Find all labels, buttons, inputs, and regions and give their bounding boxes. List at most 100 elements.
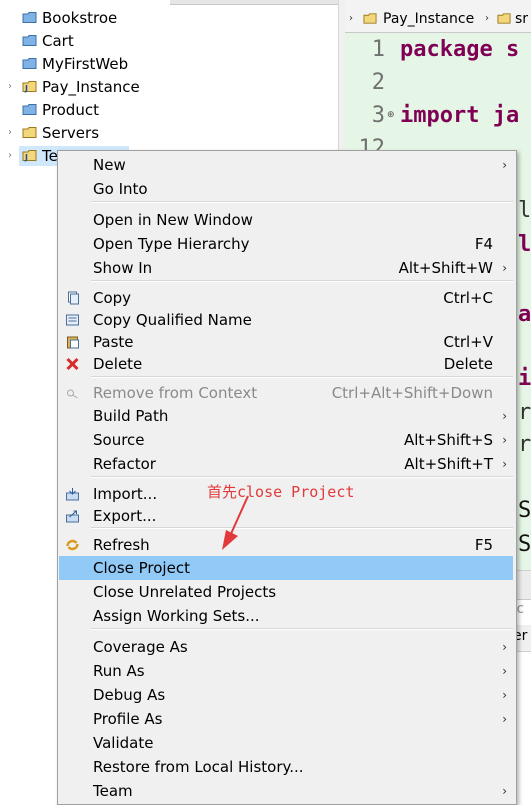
- menu-item-validate[interactable]: Validate: [59, 731, 513, 755]
- menu-item-coverage-as[interactable]: Coverage As ›: [59, 635, 513, 659]
- tab-label: Pay_Instance: [383, 11, 475, 27]
- expand-arrow-icon[interactable]: ›: [5, 76, 15, 98]
- code-fragment: l: [518, 232, 531, 257]
- editor-tab-bar: › Pay_Instance › sr: [345, 0, 531, 33]
- menu-separator: [91, 628, 513, 630]
- svg-text:J: J: [24, 84, 28, 93]
- menu-item-export[interactable]: Export...: [59, 504, 513, 528]
- project-folder-icon: [22, 35, 37, 46]
- menu-item-profile-as[interactable]: Profile As ›: [59, 707, 513, 731]
- tree-item-label: Servers: [42, 124, 100, 142]
- remove-context-icon: [67, 389, 78, 399]
- menu-item-label: Assign Working Sets...: [93, 607, 260, 625]
- menu-item-label: Open Type Hierarchy: [93, 235, 250, 253]
- menu-item-shortcut: Alt+Shift+T: [404, 455, 493, 473]
- menu-item-team[interactable]: Team ›: [59, 779, 513, 803]
- menu-separator: [91, 280, 513, 282]
- menu-item-close-project[interactable]: Close Project: [59, 556, 513, 580]
- menu-item-label: Restore from Local History...: [93, 758, 304, 776]
- menu-item-shortcut: F5: [474, 536, 493, 554]
- menu-item-label: Validate: [93, 734, 154, 752]
- menu-item-label: Coverage As: [93, 638, 188, 656]
- menu-item-show-in[interactable]: Show In Alt+Shift+W ›: [59, 256, 513, 280]
- folder-icon: [22, 127, 37, 138]
- menu-separator: [91, 476, 513, 478]
- delete-icon: [66, 357, 79, 371]
- submenu-arrow-icon: ›: [502, 261, 507, 275]
- package-icon: [497, 13, 511, 24]
- menu-item-open-type-hierarchy[interactable]: Open Type Hierarchy F4: [59, 232, 513, 256]
- menu-separator: [91, 376, 513, 378]
- menu-item-build-path[interactable]: Build Path ›: [59, 404, 513, 428]
- import-icon: [66, 488, 79, 501]
- menu-item-go-into[interactable]: Go Into: [59, 177, 513, 201]
- export-icon: [66, 510, 79, 523]
- submenu-arrow-icon: ›: [502, 712, 507, 726]
- code-fragment: r: [518, 400, 531, 425]
- code-fragment: S: [518, 498, 531, 523]
- menu-item-label: Delete: [93, 355, 143, 373]
- annotation-arrow-icon: [222, 495, 249, 550]
- menu-item-paste[interactable]: Paste Ctrl+V: [59, 330, 513, 354]
- submenu-arrow-icon: ›: [502, 664, 507, 678]
- submenu-arrow-icon: ›: [502, 688, 507, 702]
- menu-item-label: Close Unrelated Projects: [93, 583, 277, 601]
- project-folder-icon: [22, 58, 37, 69]
- menu-separator: [91, 527, 513, 529]
- submenu-arrow-icon: ›: [502, 409, 507, 423]
- submenu-arrow-icon: ›: [502, 158, 507, 172]
- menu-item-assign-working-sets[interactable]: Assign Working Sets...: [59, 604, 513, 628]
- menu-item-run-as[interactable]: Run As ›: [59, 659, 513, 683]
- menu-item-shortcut: F4: [474, 235, 493, 253]
- svg-text:J: J: [24, 153, 28, 162]
- menu-item-label: Show In: [93, 259, 153, 277]
- expand-arrow-icon[interactable]: ›: [5, 145, 15, 167]
- code-fragment: i: [518, 366, 531, 391]
- code-fragment: a: [518, 302, 531, 327]
- copy-icon: [68, 291, 79, 305]
- menu-item-label: Refactor: [93, 455, 156, 473]
- fold-icon[interactable]: ⊕: [387, 110, 395, 120]
- tree-item-label: Bookstroe: [42, 9, 118, 27]
- paste-icon: [67, 336, 79, 349]
- menu-item-shortcut: Alt+Shift+S: [403, 431, 493, 449]
- tab-label: sr: [515, 11, 529, 27]
- menu-item-debug-as[interactable]: Debug As ›: [59, 683, 513, 707]
- menu-item-shortcut: Ctrl+V: [443, 333, 493, 351]
- menu-item-delete[interactable]: Delete Delete: [59, 352, 513, 376]
- panel-fragment: c: [516, 601, 525, 617]
- menu-item-label: Run As: [93, 662, 145, 680]
- explorer-toolbar-edge: [170, 0, 338, 5]
- menu-item-refactor[interactable]: Refactor Alt+Shift+T ›: [59, 452, 513, 476]
- menu-item-restore-from-local-history[interactable]: Restore from Local History...: [59, 755, 513, 779]
- menu-item-label: Team: [93, 782, 133, 800]
- tree-item-label: Product: [42, 101, 99, 119]
- menu-item-source[interactable]: Source Alt+Shift+S ›: [59, 428, 513, 452]
- open-project-icon: J: [22, 150, 37, 162]
- project-folder-icon: [22, 104, 37, 115]
- project-folder-icon: [22, 12, 37, 23]
- tree-item-label: Te: [42, 147, 58, 165]
- menu-item-copy[interactable]: Copy Ctrl+C: [59, 286, 513, 310]
- line-number: 1: [371, 37, 385, 62]
- menu-item-shortcut: Ctrl+Alt+Shift+Down: [331, 384, 493, 402]
- line-number: 3: [371, 103, 385, 128]
- menu-item-label: Close Project: [93, 559, 190, 577]
- expand-arrow-icon[interactable]: ›: [5, 122, 15, 144]
- java-project-icon: [363, 13, 377, 24]
- menu-item-new[interactable]: New ›: [59, 153, 513, 177]
- tab-arrow-icon: ›: [485, 13, 489, 24]
- submenu-arrow-icon: ›: [502, 457, 507, 471]
- menu-item-copy-qualified-name[interactable]: Copy Qualified Name: [59, 308, 513, 332]
- menu-item-refresh[interactable]: Refresh F5: [59, 533, 513, 557]
- menu-item-close-unrelated-projects[interactable]: Close Unrelated Projects: [59, 580, 513, 604]
- code-fragment: l: [518, 198, 531, 223]
- code-line: package s: [400, 37, 520, 62]
- menu-item-open-in-new-window[interactable]: Open in New Window: [59, 208, 513, 232]
- code-fragment: S: [518, 532, 531, 557]
- menu-item-label: Paste: [93, 333, 134, 351]
- menu-item-label: Open in New Window: [93, 211, 253, 229]
- menu-item-shortcut: Alt+Shift+W: [398, 259, 493, 277]
- tree-item-label: Pay_Instance: [42, 78, 140, 96]
- menu-item-label: Debug As: [93, 686, 166, 704]
